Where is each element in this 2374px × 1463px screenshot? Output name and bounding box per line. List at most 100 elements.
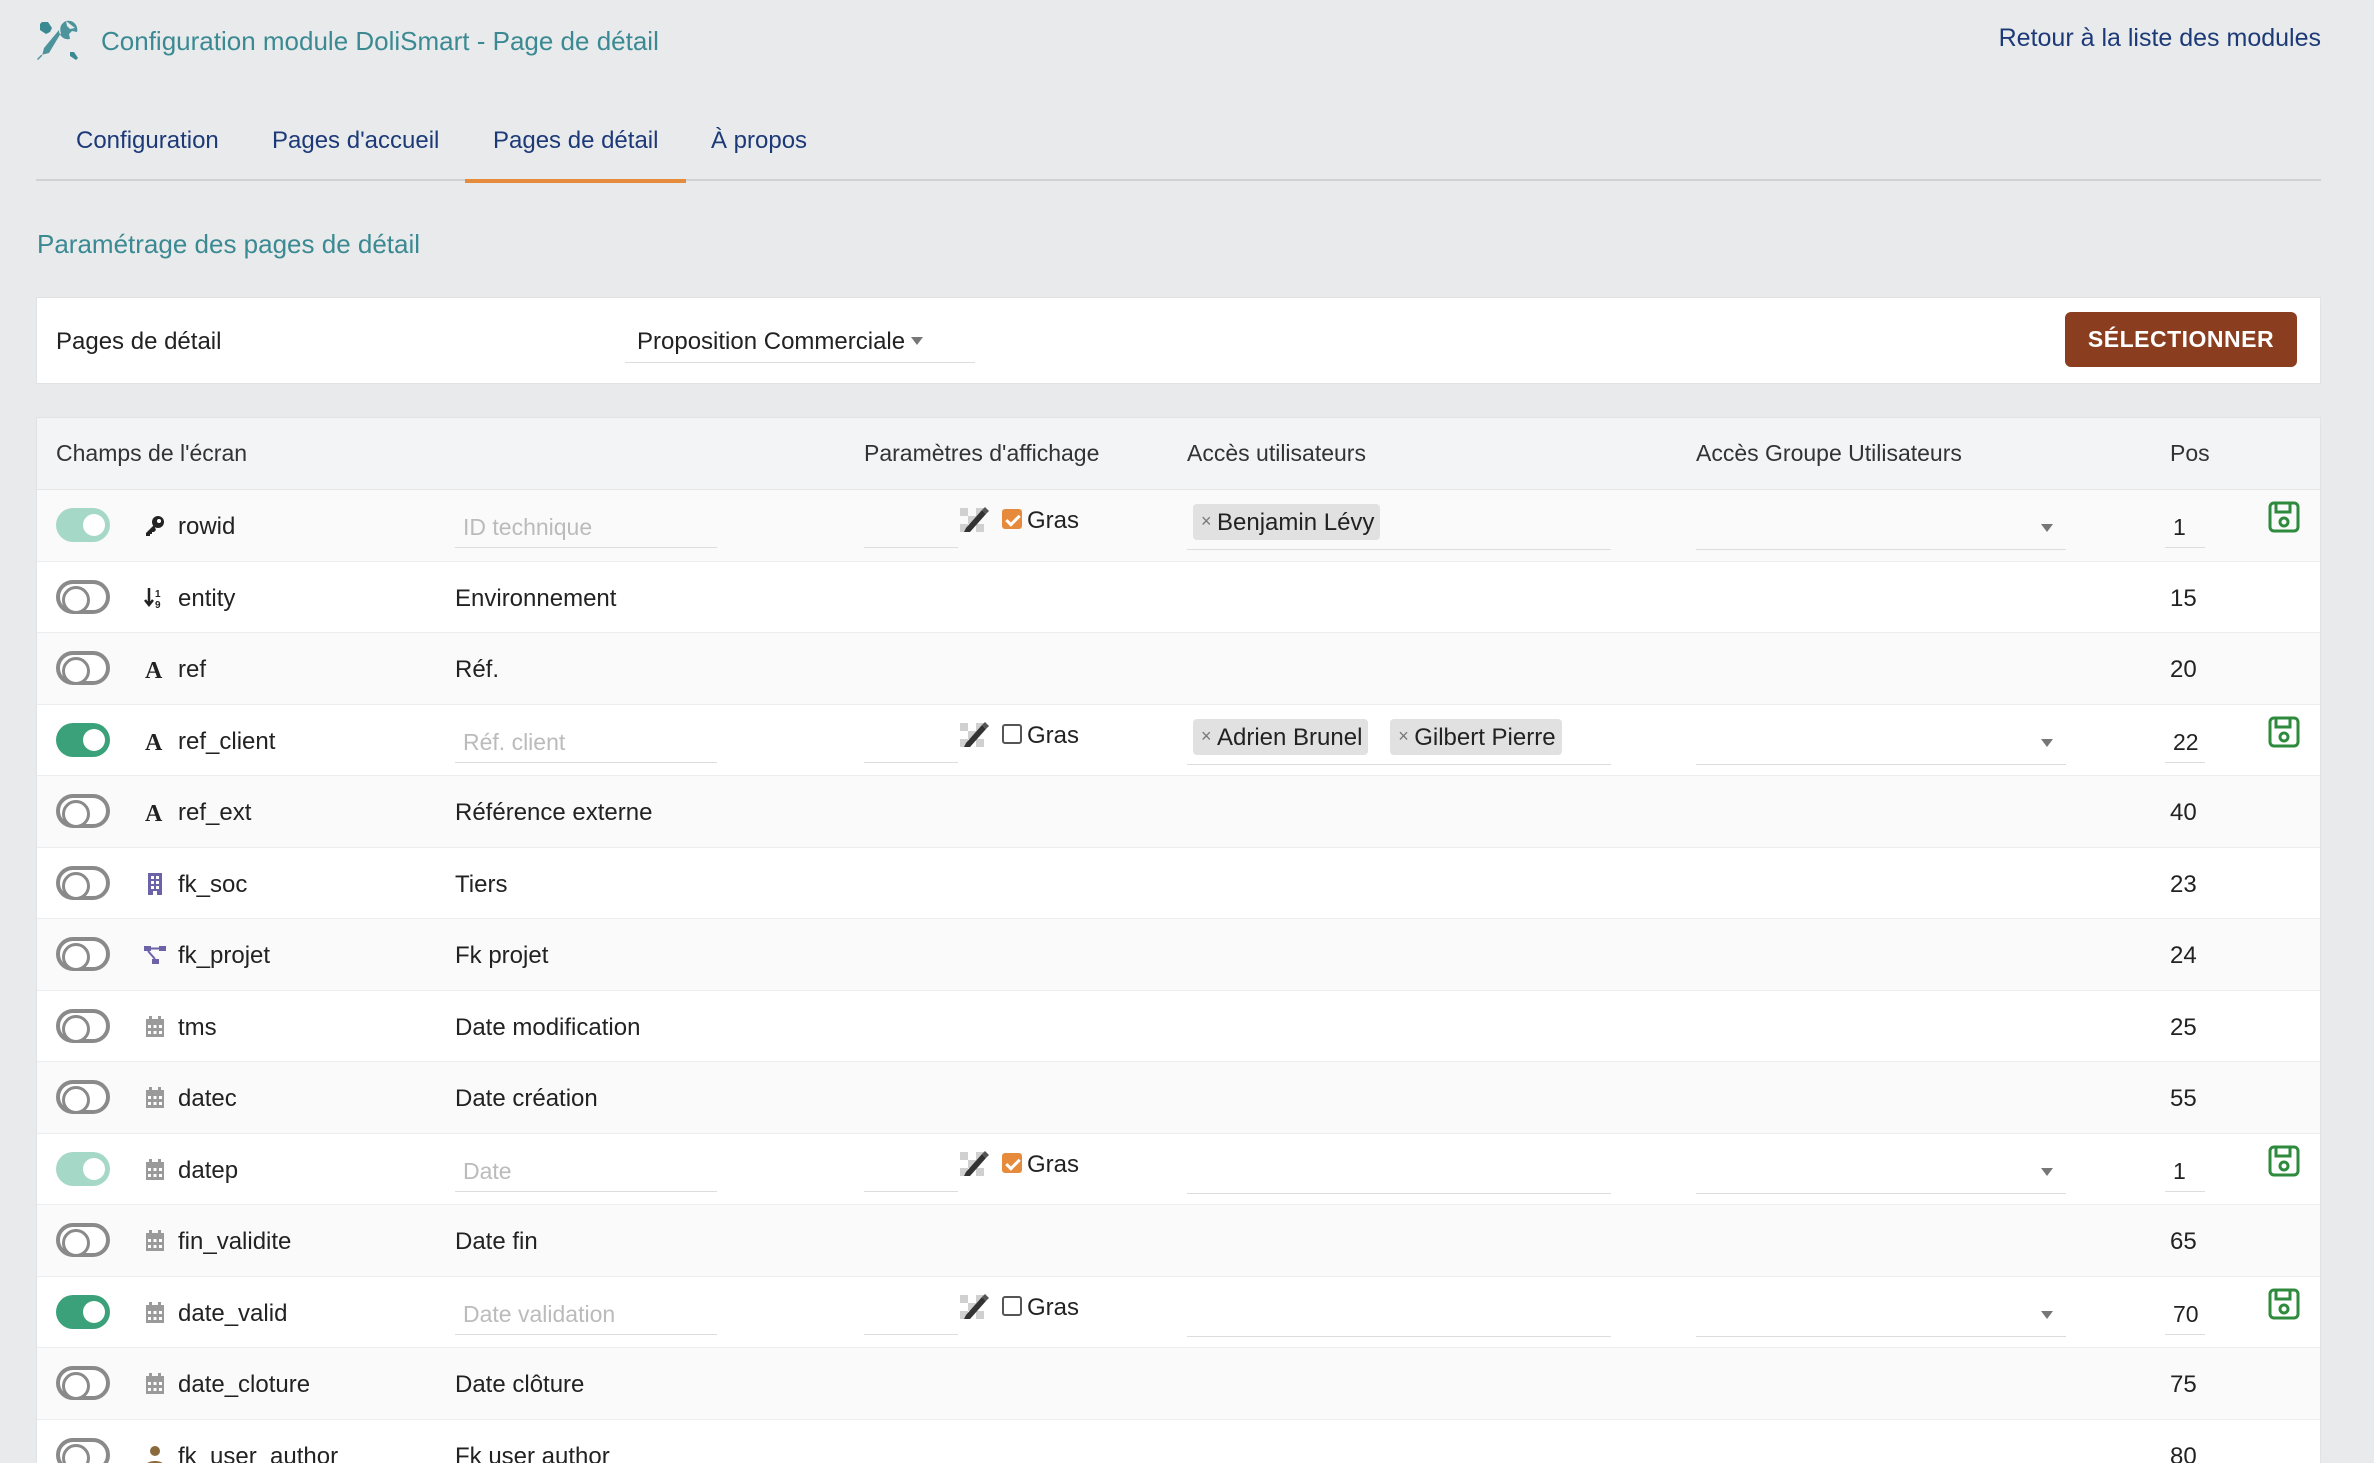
chevron-down-icon	[2041, 738, 2053, 747]
bold-label: Gras	[1027, 1293, 1080, 1321]
select-button[interactable]: SÉLECTIONNER	[2065, 312, 2297, 367]
edit-style-icon[interactable]	[958, 719, 992, 749]
position-value: 40	[2170, 799, 2197, 826]
edit-style-icon[interactable]	[958, 504, 992, 534]
field-name: ref_ext	[178, 799, 252, 826]
column-header-pos: Pos	[2170, 440, 2210, 466]
position-value: 80	[2170, 1442, 2197, 1463]
column-header-users: Accès utilisateurs	[1187, 440, 1366, 466]
field-enabled-toggle[interactable]	[56, 794, 110, 828]
field-name: fk_projet	[178, 942, 271, 969]
field-label: Date modification	[455, 1013, 641, 1041]
field-name: date_cloture	[178, 1371, 311, 1398]
field-enabled-toggle[interactable]	[56, 1366, 110, 1400]
svg-text:A: A	[145, 730, 163, 753]
field-enabled-toggle[interactable]	[56, 1151, 110, 1186]
calendar-icon	[143, 1015, 167, 1039]
user-tag[interactable]: × Adrien Brunel	[1193, 718, 1369, 755]
field-label-input[interactable]: Date validation	[455, 1289, 717, 1335]
page-type-select[interactable]: Proposition Commerciale	[625, 317, 975, 363]
field-enabled-toggle[interactable]	[56, 1294, 110, 1329]
field-enabled-toggle[interactable]	[56, 1223, 110, 1257]
field-enabled-toggle[interactable]	[56, 1080, 110, 1114]
bold-checkbox[interactable]	[1002, 509, 1022, 529]
position-value: 23	[2170, 870, 2197, 898]
position-value: 75	[2170, 1371, 2197, 1398]
bold-checkbox[interactable]	[1002, 1295, 1022, 1316]
user-access-multiselect[interactable]: × Benjamin Lévy	[1187, 500, 1611, 550]
user-tag[interactable]: × Gilbert Pierre	[1390, 718, 1562, 755]
svg-text:1: 1	[155, 589, 161, 600]
user-access-multiselect[interactable]: × Adrien Brunel × Gilbert Pierre	[1187, 715, 1611, 765]
bold-checkbox[interactable]	[1002, 1152, 1022, 1173]
chevron-down-icon	[2041, 1310, 2053, 1319]
chevron-down-icon	[911, 337, 923, 345]
calendar-icon	[143, 1158, 167, 1182]
position-input[interactable]: 1	[2165, 502, 2205, 548]
save-icon[interactable]	[2267, 1287, 2301, 1321]
field-enabled-toggle[interactable]	[56, 651, 110, 685]
table-row: rowid ID technique Gras × Benjamin Lévy 1	[37, 490, 2320, 562]
svg-text:A: A	[145, 658, 163, 681]
display-params-input[interactable]	[864, 717, 958, 763]
tab-pages-detail[interactable]: Pages de détail	[464, 128, 688, 183]
edit-style-icon[interactable]	[958, 1148, 992, 1178]
position-input[interactable]: 22	[2165, 717, 2205, 763]
field-label: Environnement	[455, 584, 617, 612]
user-tag[interactable]: × Benjamin Lévy	[1193, 504, 1381, 540]
tab-a-propos[interactable]: À propos	[711, 128, 807, 181]
field-name: tms	[178, 1013, 217, 1041]
field-label-input[interactable]: Date	[455, 1146, 717, 1192]
field-label: Date création	[455, 1085, 598, 1112]
remove-tag-icon[interactable]: ×	[1398, 726, 1409, 747]
svg-text:9: 9	[155, 600, 161, 610]
position-value: 24	[2170, 942, 2197, 969]
group-access-select[interactable]	[1696, 502, 2066, 550]
save-icon[interactable]	[2267, 1144, 2301, 1178]
project-icon	[143, 943, 167, 967]
field-label-input[interactable]: ID technique	[455, 502, 717, 548]
edit-style-icon[interactable]	[958, 1291, 992, 1321]
field-enabled-toggle[interactable]	[56, 1437, 110, 1463]
back-to-modules-link[interactable]: Retour à la liste des modules	[1999, 24, 2321, 53]
display-params-input[interactable]	[864, 502, 958, 548]
save-icon[interactable]	[2267, 500, 2301, 534]
group-access-select[interactable]	[1696, 1146, 2066, 1194]
field-name: datec	[178, 1085, 237, 1112]
remove-tag-icon[interactable]: ×	[1201, 511, 1212, 532]
field-label: Réf.	[455, 656, 500, 683]
field-enabled-toggle[interactable]	[56, 865, 110, 900]
display-params-input[interactable]	[864, 1289, 958, 1335]
field-enabled-toggle[interactable]	[56, 508, 110, 542]
chevron-down-icon	[2041, 1167, 2053, 1176]
user-access-multiselect[interactable]	[1187, 1144, 1611, 1194]
field-name: fk_user_author	[178, 1442, 339, 1463]
table-row: tms Date modification 25	[37, 991, 2320, 1062]
field-enabled-toggle[interactable]	[56, 937, 110, 971]
field-enabled-toggle[interactable]	[56, 1008, 110, 1043]
position-input[interactable]: 1	[2165, 1146, 2205, 1192]
field-label: Date fin	[455, 1228, 538, 1255]
bold-checkbox[interactable]	[1002, 723, 1022, 744]
table-row: date_cloture Date clôture 75	[37, 1348, 2320, 1420]
top-bar: Configuration module DoliSmart - Page de…	[36, 14, 2321, 64]
field-enabled-toggle[interactable]	[56, 579, 110, 614]
field-enabled-toggle[interactable]	[56, 722, 110, 757]
group-access-select[interactable]	[1696, 1289, 2066, 1337]
text-icon: A	[143, 657, 167, 681]
field-name: rowid	[178, 513, 236, 540]
display-params-input[interactable]	[864, 1146, 958, 1192]
table-row: fk_projet Fk projet 24	[37, 919, 2320, 991]
user-access-multiselect[interactable]	[1187, 1287, 1611, 1337]
position-input[interactable]: 70	[2165, 1289, 2205, 1335]
tools-icon	[37, 20, 78, 60]
field-label-input[interactable]: Réf. client	[455, 717, 717, 763]
remove-tag-icon[interactable]: ×	[1201, 726, 1212, 747]
tab-configuration[interactable]: Configuration	[76, 128, 219, 181]
group-access-select[interactable]	[1696, 717, 2066, 765]
calendar-icon	[143, 1229, 167, 1253]
tab-pages-accueil[interactable]: Pages d'accueil	[272, 128, 439, 181]
field-name: ref_client	[178, 727, 276, 755]
field-label: Fk projet	[455, 942, 549, 969]
save-icon[interactable]	[2267, 715, 2301, 749]
